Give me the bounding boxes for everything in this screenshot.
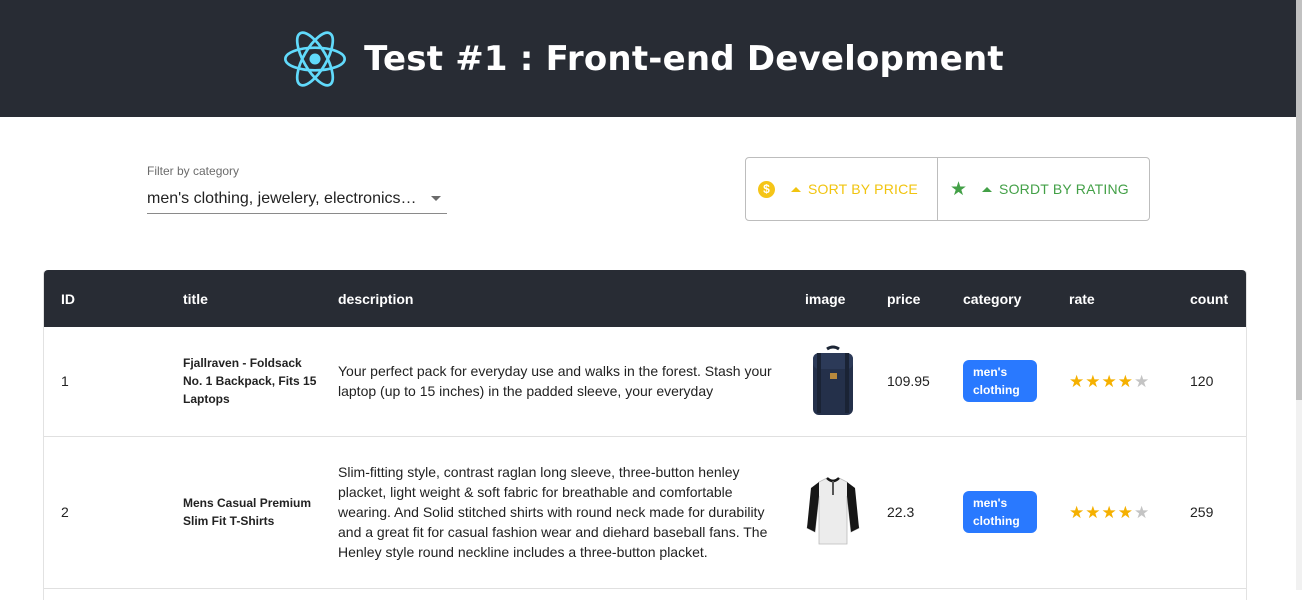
dollar-coin-icon: $ (758, 180, 775, 198)
cell-category: men's clothing (963, 436, 1069, 588)
cell-count: 120 (1190, 373, 1214, 390)
sort-button-group: $ SORT BY PRICE ★ SORDT BY RATING (745, 157, 1150, 221)
column-header-description[interactable]: description (338, 270, 805, 327)
star-rating: ★ ★ ★ ★ ★ (1069, 504, 1190, 521)
star-filled-icon: ★ (1085, 371, 1101, 391)
star-filled-icon: ★ (1117, 502, 1133, 522)
sort-by-rating-label: SORDT BY RATING (999, 181, 1129, 197)
cell-image (805, 327, 887, 436)
cell-category: men's clothing (963, 327, 1069, 436)
app-header: Test #1 : Front-end Development (0, 0, 1296, 117)
cell-id: 2 (61, 504, 69, 520)
sort-by-price-label: SORT BY PRICE (808, 181, 918, 197)
cell-description: Your perfect pack for everyday use and w… (338, 363, 772, 400)
cell-price: 22.3 (887, 504, 915, 520)
page-scrollbar[interactable] (1296, 0, 1302, 590)
dropdown-arrow-icon[interactable] (431, 196, 441, 201)
table-row[interactable]: 1 Fjallraven - Foldsack No. 1 Backpack, … (44, 327, 1246, 436)
sort-arrow-up-icon (982, 186, 993, 192)
react-atom-icon (284, 30, 347, 87)
column-header-id[interactable]: ID (44, 270, 183, 327)
star-filled-icon: ★ (1117, 371, 1133, 391)
products-table: ID title description image price categor… (43, 270, 1247, 600)
star-empty-icon: ★ (1134, 502, 1150, 522)
cell-description: Slim-fitting style, contrast raglan long… (338, 464, 768, 560)
table-header-row: ID title description image price categor… (44, 270, 1246, 327)
backpack-image (813, 345, 853, 416)
star-empty-icon: ★ (1134, 371, 1150, 391)
column-header-rate[interactable]: rate (1069, 270, 1190, 327)
table-row[interactable]: 2 Mens Casual Premium Slim Fit T-Shirts … (44, 436, 1246, 588)
column-header-count[interactable]: count (1190, 270, 1246, 327)
tshirt-image (806, 477, 860, 545)
filter-label: Filter by category (147, 164, 240, 178)
cell-title: Mens Casual Premium Slim Fit T-Shirts (183, 496, 312, 528)
column-header-image[interactable]: image (805, 270, 887, 327)
star-filled-icon: ★ (1101, 502, 1117, 522)
cell-count: 259 (1190, 504, 1214, 520)
page-title: Test #1 : Front-end Development (364, 38, 1004, 79)
column-header-price[interactable]: price (887, 270, 963, 327)
cell-image (805, 436, 887, 588)
category-chip[interactable]: men's clothing (963, 360, 1037, 403)
sort-arrow-up-icon (791, 186, 801, 192)
column-header-category[interactable]: category (963, 270, 1069, 327)
category-select[interactable]: men's clothing, jewelery, electronics… (147, 185, 447, 214)
star-filled-icon: ★ (1069, 502, 1085, 522)
star-filled-icon: ★ (1101, 371, 1117, 391)
column-header-title[interactable]: title (183, 270, 338, 327)
star-rating: ★ ★ ★ ★ ★ (1069, 373, 1190, 390)
scrollbar-thumb[interactable] (1296, 0, 1302, 400)
category-select-value: men's clothing, jewelery, electronics… (147, 190, 417, 207)
cell-rate: ★ ★ ★ ★ ★ (1069, 327, 1190, 436)
star-icon: ★ (950, 178, 968, 200)
star-filled-icon: ★ (1085, 502, 1101, 522)
cell-rate: ★ ★ ★ ★ ★ (1069, 436, 1190, 588)
cell-price: 109.95 (887, 373, 930, 390)
cell-id: 1 (61, 373, 69, 390)
cell-title: Fjallraven - Foldsack No. 1 Backpack, Fi… (183, 356, 317, 407)
sort-by-rating-button[interactable]: ★ SORDT BY RATING (938, 158, 1149, 220)
sort-by-price-button[interactable]: $ SORT BY PRICE (746, 158, 938, 220)
star-filled-icon: ★ (1069, 371, 1085, 391)
category-filter[interactable]: Filter by category men's clothing, jewel… (147, 164, 447, 214)
category-chip[interactable]: men's clothing (963, 491, 1037, 533)
